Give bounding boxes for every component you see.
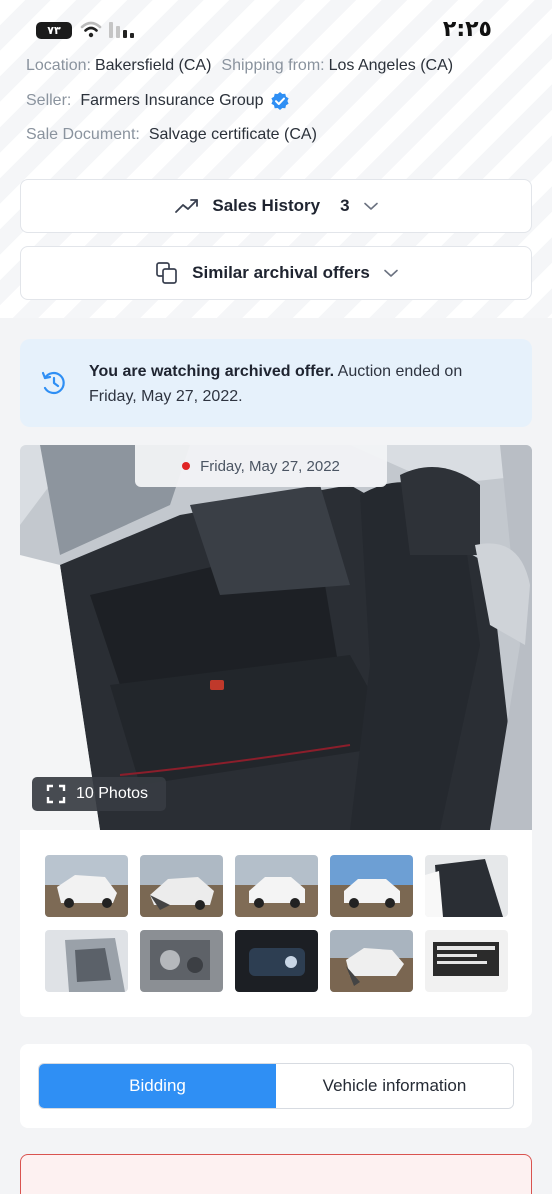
- wifi-icon: [80, 21, 102, 38]
- fullscreen-icon: [46, 784, 66, 804]
- archived-notice-text: You are watching archived offer. Auction…: [89, 359, 489, 409]
- thumbnail[interactable]: [235, 855, 318, 917]
- similar-offers-label: Similar archival offers: [192, 263, 370, 282]
- verified-badge-icon: [270, 92, 289, 110]
- photos-count-label: 10 Photos: [76, 785, 149, 802]
- main-photo[interactable]: Friday, May 27, 2022 10 Photos: [20, 445, 532, 830]
- archived-notice: You are watching archived offer. Auction…: [20, 339, 532, 427]
- sales-history-label: Sales History: [212, 196, 321, 215]
- clock: ٢:٢٥: [442, 17, 492, 42]
- car-interior-image: [20, 445, 532, 830]
- history-icon: [41, 371, 65, 395]
- trending-up-icon: [175, 199, 199, 213]
- shipping-value: Los Angeles (CA): [328, 57, 454, 74]
- tab-vehicle-information[interactable]: Vehicle information: [276, 1064, 513, 1108]
- red-dot-icon: [182, 462, 191, 470]
- battery-icon: ٧٣: [36, 22, 72, 39]
- auction-date-badge: Friday, May 27, 2022: [135, 445, 387, 487]
- sales-history-button[interactable]: Sales History 3: [20, 179, 532, 233]
- chevron-down-icon: [384, 269, 398, 277]
- view-photos-button[interactable]: 10 Photos: [32, 777, 166, 811]
- thumbnail[interactable]: [330, 855, 413, 917]
- thumbnail[interactable]: [425, 930, 508, 992]
- seller-value[interactable]: Farmers Insurance Group: [80, 92, 263, 110]
- similar-offers-button[interactable]: Similar archival offers: [20, 246, 532, 300]
- thumbnail[interactable]: [45, 930, 128, 992]
- archived-notice-bold: You are watching archived offer.: [89, 363, 335, 380]
- photo-gallery: Friday, May 27, 2022 10 Photos: [20, 445, 532, 1017]
- details-tabs-card: Bidding Vehicle information: [20, 1044, 532, 1128]
- location-row: Location: Bakersfield (CA) Shipping from…: [26, 57, 453, 75]
- document-row: Sale Document: Salvage certificate (CA): [26, 126, 317, 144]
- shipping-label: Shipping from:: [221, 57, 325, 74]
- copy-icon: [156, 262, 178, 284]
- thumbnail[interactable]: [45, 855, 128, 917]
- thumbnail[interactable]: [330, 930, 413, 992]
- sales-history-count: 3: [340, 196, 350, 215]
- seller-row: Seller: Farmers Insurance Group: [26, 91, 290, 111]
- location-label: Location:: [26, 57, 91, 74]
- thumbnail[interactable]: [140, 930, 223, 992]
- thumbnail[interactable]: [425, 855, 508, 917]
- alert-box: [20, 1154, 532, 1194]
- chevron-down-icon: [363, 202, 378, 210]
- battery-level: ٧٣: [47, 24, 61, 37]
- seller-label: Seller:: [26, 92, 72, 109]
- tab-bidding[interactable]: Bidding: [39, 1064, 276, 1108]
- auction-date: Friday, May 27, 2022: [200, 457, 340, 475]
- document-label: Sale Document:: [26, 126, 140, 143]
- status-bar: ٧٣ ٢:٢٥: [0, 0, 552, 60]
- thumbnail[interactable]: [140, 855, 223, 917]
- signal-icon: [109, 22, 134, 38]
- thumbnail[interactable]: [235, 930, 318, 992]
- details-tabs: Bidding Vehicle information: [38, 1063, 514, 1109]
- location-value: Bakersfield (CA): [94, 57, 212, 74]
- document-value: Salvage certificate (CA): [148, 126, 317, 143]
